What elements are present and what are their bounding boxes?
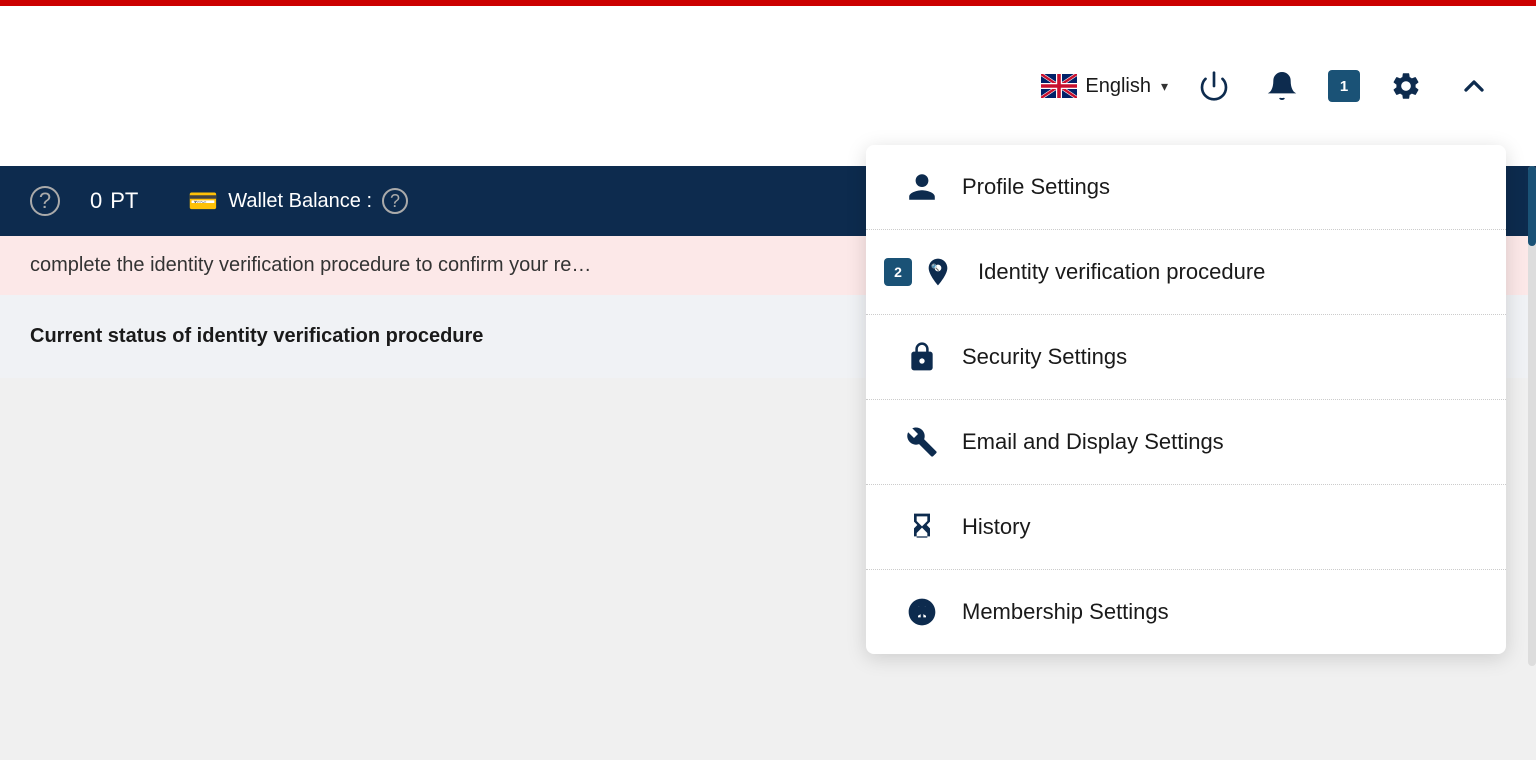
person-icon (902, 167, 942, 207)
verification-status-label: Current status of identity verification … (30, 325, 483, 347)
medal-icon (902, 592, 942, 632)
chevron-down-icon: ▾ (1161, 78, 1168, 95)
bell-icon (1266, 70, 1298, 102)
nav-wallet: 💳 Wallet Balance : ? (188, 187, 408, 216)
scrollbar[interactable] (1528, 166, 1536, 666)
pt-label: PT (110, 188, 138, 214)
wallet-help-label: ? (390, 191, 400, 212)
history-label: History (962, 514, 1030, 540)
power-icon (1198, 70, 1230, 102)
menu-item-profile-settings[interactable]: Profile Settings (866, 145, 1506, 230)
wrench-icon (902, 422, 942, 462)
power-button[interactable] (1192, 64, 1236, 108)
uk-flag-icon (1041, 74, 1077, 98)
profile-settings-label: Profile Settings (962, 174, 1110, 200)
membership-settings-label: Membership Settings (962, 599, 1169, 625)
alert-text: complete the identity verification proce… (30, 254, 591, 276)
id-search-icon: 🔍 (918, 252, 958, 292)
help-label: ? (39, 188, 51, 214)
bell-button[interactable] (1260, 64, 1304, 108)
wallet-label: Wallet Balance : (228, 190, 372, 213)
identity-badge: 2 (884, 258, 912, 286)
identity-verification-label: Identity verification procedure (978, 259, 1265, 285)
svg-text:🔍: 🔍 (931, 262, 939, 271)
badge-count: 1 (1328, 70, 1360, 102)
language-selector[interactable]: English ▾ (1041, 74, 1168, 98)
menu-item-history[interactable]: History (866, 485, 1506, 570)
scrollbar-thumb (1528, 166, 1536, 246)
nav-help-icon[interactable]: ? (30, 186, 60, 216)
menu-toggle-button[interactable] (1452, 64, 1496, 108)
menu-item-membership-settings[interactable]: Membership Settings (866, 570, 1506, 654)
notification-badge[interactable]: 1 (1328, 70, 1360, 102)
header-right: English ▾ 1 (1041, 64, 1496, 108)
language-text: English (1085, 75, 1151, 98)
gear-button[interactable] (1384, 64, 1428, 108)
menu-item-security-settings[interactable]: Security Settings (866, 315, 1506, 400)
wallet-icon: 💳 (188, 187, 218, 216)
gear-icon (1390, 70, 1422, 102)
menu-item-email-display-settings[interactable]: Email and Display Settings (866, 400, 1506, 485)
header: English ▾ 1 (0, 6, 1536, 166)
security-settings-label: Security Settings (962, 344, 1127, 370)
email-display-settings-label: Email and Display Settings (962, 429, 1224, 455)
menu-item-identity-verification[interactable]: 2 🔍 Identity verification procedure (866, 230, 1506, 315)
dropdown-menu: Profile Settings 2 🔍 Identity verificati… (866, 145, 1506, 654)
lock-icon (902, 337, 942, 377)
nav-pt-balance: 0 PT (90, 188, 138, 214)
wallet-help-icon[interactable]: ? (382, 188, 408, 214)
hourglass-icon (902, 507, 942, 547)
pt-amount: 0 (90, 188, 102, 214)
chevron-up-icon (1458, 70, 1490, 102)
